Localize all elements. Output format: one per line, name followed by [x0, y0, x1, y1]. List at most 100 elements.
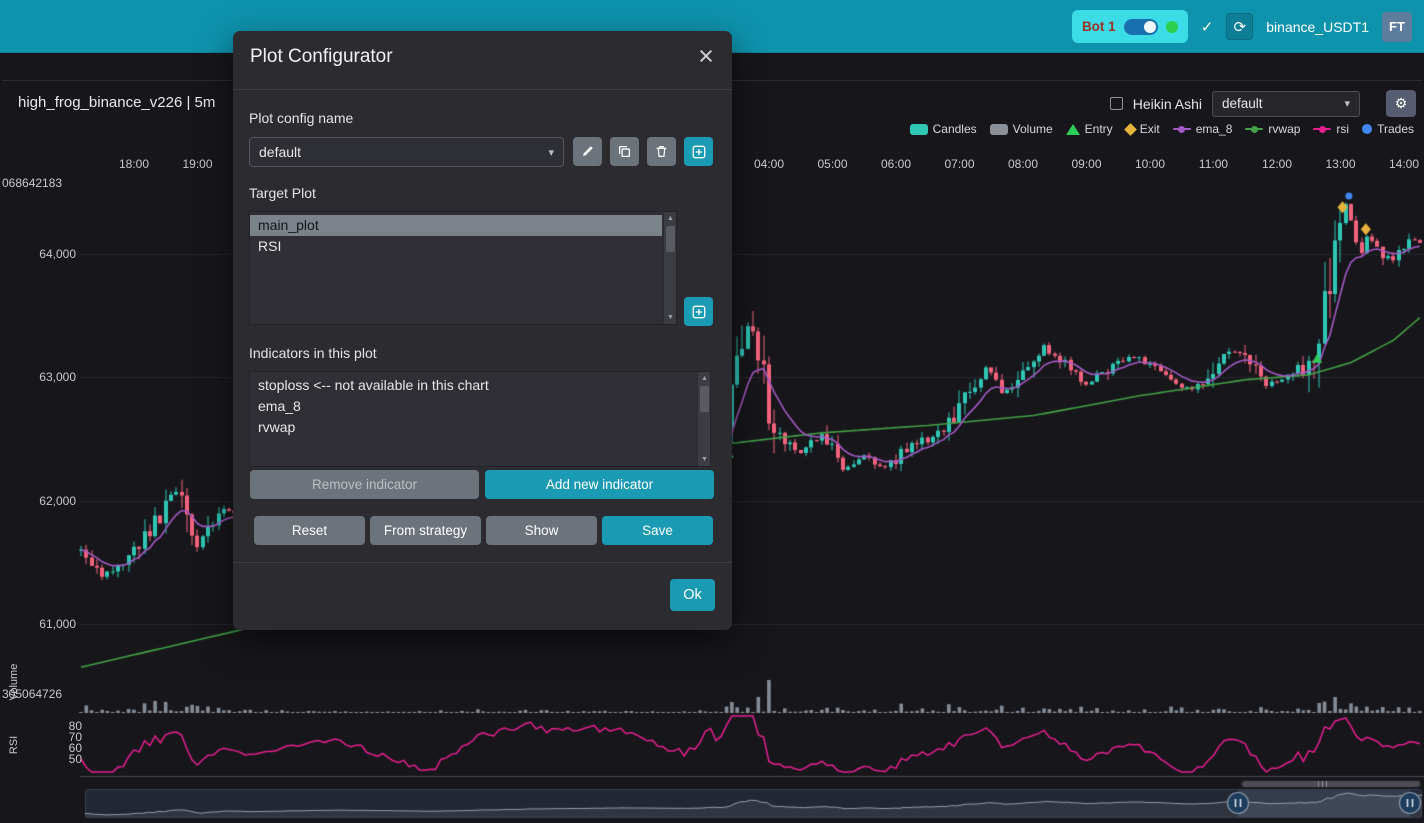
- volume-axis-title: Volume: [8, 652, 20, 712]
- rename-config-button[interactable]: [573, 137, 602, 166]
- config-name-select[interactable]: default ▾: [249, 137, 564, 167]
- ema_8-legend-marker: [1173, 128, 1191, 130]
- legend-label: Entry: [1085, 122, 1113, 136]
- pair-name-label: binance_USDT1: [1266, 19, 1369, 35]
- indicator-option-ema-8[interactable]: ema_8: [250, 396, 696, 417]
- from-strategy-button[interactable]: From strategy: [370, 516, 481, 545]
- target-plot-list[interactable]: main_plot RSI ▲ ▼: [249, 211, 677, 325]
- scroll-up-icon[interactable]: ▲: [664, 215, 677, 222]
- x-axis-tick: 13:00: [1319, 157, 1363, 171]
- indicators-label: Indicators in this plot: [249, 345, 377, 361]
- refresh-button[interactable]: ⟳: [1226, 13, 1253, 40]
- price-axis-tick: 62,000: [0, 494, 76, 508]
- chart-controls: Heikin Ashi default ▾ ⚙: [1110, 90, 1416, 117]
- plot-config-select[interactable]: default ▾: [1212, 91, 1360, 117]
- chevron-down-icon: ▾: [1344, 97, 1350, 110]
- x-axis-tick: 19:00: [176, 157, 220, 171]
- plus-square-icon: [692, 305, 706, 319]
- x-axis-tick: 09:00: [1065, 157, 1109, 171]
- legend-label: Volume: [1013, 122, 1053, 136]
- x-axis-tick: 05:00: [811, 157, 855, 171]
- x-axis-tick: 07:00: [938, 157, 982, 171]
- bot-toggle[interactable]: [1124, 19, 1158, 35]
- volume-legend-marker: [990, 124, 1008, 135]
- rsi-axis-title: RSI: [8, 730, 20, 760]
- price-axis-tick: 63,000: [0, 370, 76, 384]
- exit-legend-marker: [1124, 123, 1137, 136]
- legend-item-exit[interactable]: Exit: [1126, 122, 1160, 136]
- indicators-list[interactable]: stoploss <-- not available in this chart…: [249, 371, 711, 467]
- legend-item-ema_8[interactable]: ema_8: [1173, 122, 1233, 136]
- target-plot-option-rsi[interactable]: RSI: [250, 236, 662, 257]
- plot-configurator-button[interactable]: ⚙: [1386, 90, 1416, 117]
- scrollbar-thumb[interactable]: [700, 386, 709, 412]
- reset-button[interactable]: Reset: [254, 516, 365, 545]
- heikin-ashi-label: Heikin Ashi: [1133, 96, 1202, 112]
- rsi-legend-marker: [1313, 128, 1331, 130]
- config-name-select-value: default: [259, 144, 301, 160]
- legend-item-rsi[interactable]: rsi: [1313, 122, 1349, 136]
- refresh-icon: ⟳: [1233, 18, 1246, 36]
- candles-legend-marker: [910, 124, 928, 135]
- pencil-icon: [581, 145, 594, 158]
- scroll-down-icon[interactable]: ▼: [698, 456, 711, 463]
- add-indicator-button[interactable]: Add new indicator: [485, 470, 714, 499]
- bot-online-dot: [1166, 21, 1178, 33]
- x-axis-tick: 08:00: [1001, 157, 1045, 171]
- legend-item-entry[interactable]: Entry: [1066, 122, 1113, 136]
- scrollbar-thumb[interactable]: [666, 226, 675, 252]
- scroll-down-icon[interactable]: ▼: [664, 314, 677, 321]
- legend-label: ema_8: [1196, 122, 1233, 136]
- target-plot-option-main-plot[interactable]: main_plot: [250, 215, 662, 236]
- legend-item-trades[interactable]: Trades: [1362, 122, 1414, 136]
- modal-footer-divider: [233, 562, 732, 563]
- list-scrollbar[interactable]: ▲ ▼: [697, 372, 710, 466]
- x-axis-tick: 04:00: [747, 157, 791, 171]
- check-icon: ✓: [1201, 18, 1214, 36]
- x-axis-tick: 14:00: [1382, 157, 1424, 171]
- legend-label: rvwap: [1268, 122, 1300, 136]
- delete-config-button[interactable]: [647, 137, 676, 166]
- plot-config-select-value: default: [1222, 96, 1263, 111]
- show-button[interactable]: Show: [486, 516, 597, 545]
- modal-title: Plot Configurator: [250, 46, 393, 68]
- x-axis-tick: 12:00: [1255, 157, 1299, 171]
- rvwap-legend-marker: [1245, 128, 1263, 130]
- legend-label: Trades: [1377, 122, 1414, 136]
- add-plot-button[interactable]: [684, 297, 713, 326]
- remove-indicator-button[interactable]: Remove indicator: [250, 470, 479, 499]
- heikin-ashi-checkbox[interactable]: [1110, 97, 1123, 110]
- indicator-option-rvwap[interactable]: rvwap: [250, 417, 696, 438]
- gear-icon: ⚙: [1395, 95, 1408, 112]
- x-axis-tick: 06:00: [874, 157, 918, 171]
- legend-item-rvwap[interactable]: rvwap: [1245, 122, 1300, 136]
- user-avatar-button[interactable]: FT: [1382, 12, 1412, 42]
- x-axis-tick: 11:00: [1192, 157, 1236, 171]
- close-icon[interactable]: ×: [690, 39, 722, 73]
- chart-legend: Candles Volume Entry Exit ema_8 rvwap rsi Trade…: [910, 122, 1414, 136]
- bot-selector[interactable]: Bot 1: [1072, 10, 1188, 43]
- navbar-right-cluster: Bot 1 ✓ ⟳ binance_USDT1 FT: [1072, 0, 1412, 53]
- plot-configurator-modal: Plot Configurator × Plot config name def…: [233, 31, 732, 630]
- trash-icon: [655, 145, 668, 158]
- legend-item-candles[interactable]: Candles: [910, 122, 977, 136]
- target-plot-label: Target Plot: [249, 185, 316, 201]
- indicator-option-stoploss[interactable]: stoploss <-- not available in this chart: [250, 375, 696, 396]
- x-axis-tick: 10:00: [1128, 157, 1172, 171]
- scroll-up-icon[interactable]: ▲: [698, 375, 711, 382]
- chevron-down-icon: ▾: [548, 146, 554, 159]
- plus-square-icon: [692, 145, 706, 159]
- legend-item-volume[interactable]: Volume: [990, 122, 1053, 136]
- price-axis-tick: 64,000: [0, 247, 76, 261]
- list-scrollbar[interactable]: ▲ ▼: [663, 212, 676, 324]
- toggle-knob: [1144, 21, 1156, 33]
- plot-config-name-label: Plot config name: [249, 110, 353, 126]
- duplicate-config-button[interactable]: [610, 137, 639, 166]
- modal-header-divider: [233, 89, 732, 90]
- rsi-axis-tick: 50: [40, 752, 82, 766]
- bot-name-label: Bot 1: [1082, 19, 1116, 34]
- save-button[interactable]: Save: [602, 516, 713, 545]
- x-axis-tick: 18:00: [112, 157, 156, 171]
- add-config-button[interactable]: [684, 137, 713, 166]
- ok-button[interactable]: Ok: [670, 579, 715, 611]
